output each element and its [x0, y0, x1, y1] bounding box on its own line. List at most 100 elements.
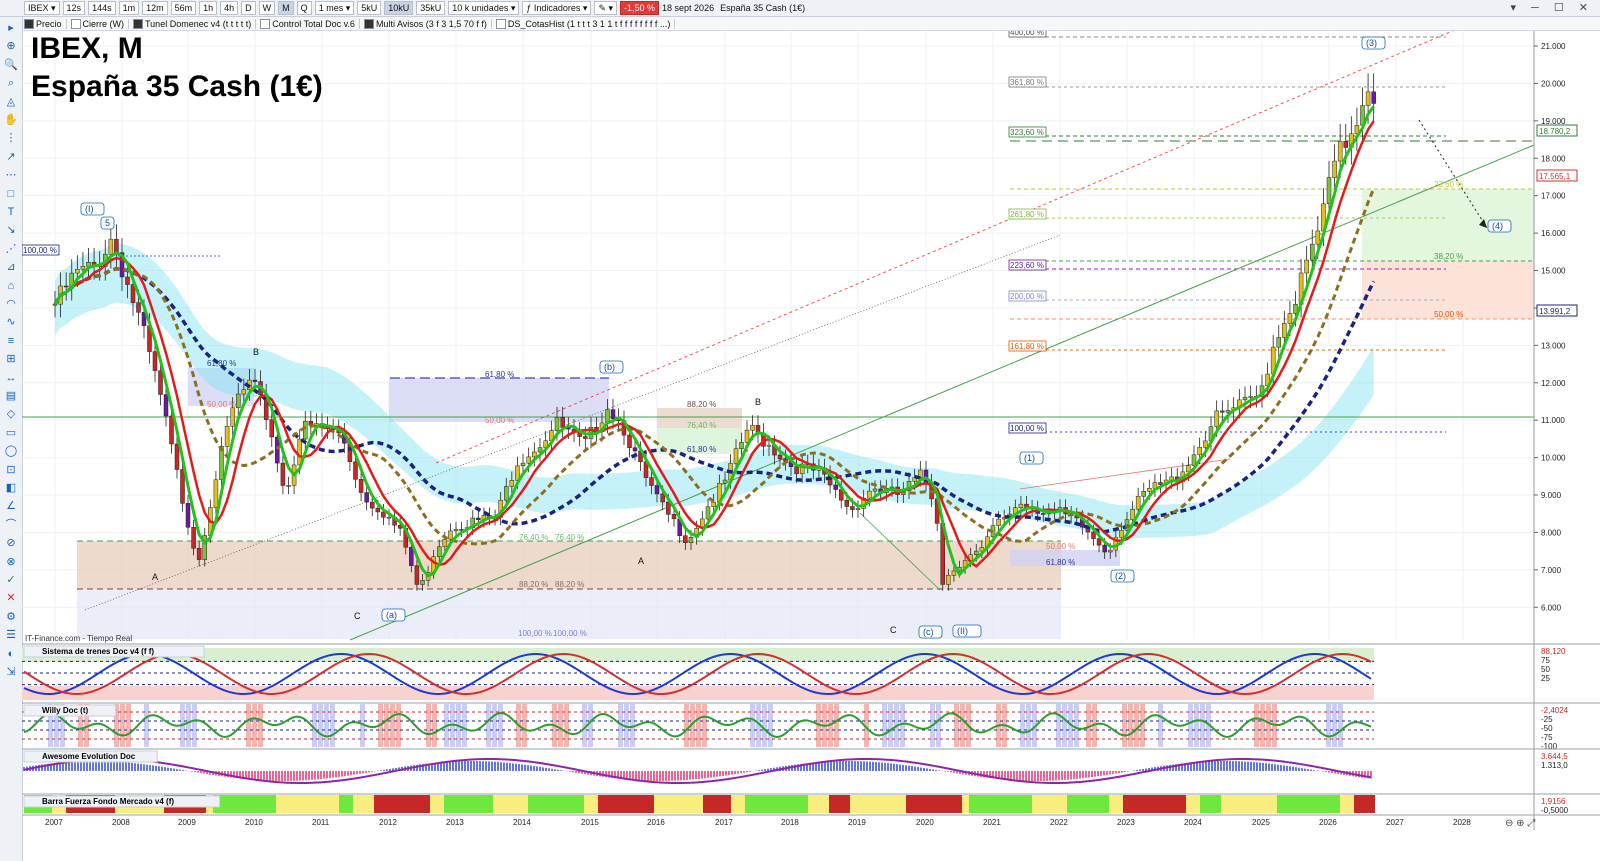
timeframe-1h[interactable]: 1h	[199, 1, 218, 15]
drawing-tool-icon[interactable]: ◠	[4, 297, 18, 311]
force-bar	[311, 795, 318, 813]
drawing-tool-icon[interactable]: ◇	[4, 407, 18, 421]
force-bar	[773, 795, 780, 813]
drawing-tool-icon[interactable]: ⋰	[4, 242, 18, 256]
chart-area[interactable]: IBEX, M España 35 Cash (1€) IT-Finance.com…	[22, 31, 1600, 861]
drawing-tool-icon[interactable]: ⋯	[4, 168, 18, 182]
drawing-tool-icon[interactable]: ≡	[4, 334, 18, 348]
change-badge: -1,50 %	[620, 1, 660, 15]
force-bar	[318, 795, 325, 813]
drawing-tool-icon[interactable]: ⊿	[4, 260, 18, 274]
drawing-tool-icon[interactable]: ⊗	[4, 555, 18, 569]
force-bar	[451, 795, 458, 813]
drawing-tool-icon[interactable]: ⌒	[4, 518, 18, 532]
drawing-tool-icon[interactable]: ▸	[4, 21, 18, 35]
price-label: 13.991,2	[1539, 307, 1571, 316]
indicator-checkbox[interactable]	[260, 18, 271, 29]
force-bar	[570, 795, 577, 813]
candle-body	[1310, 243, 1315, 261]
timeframe-4h[interactable]: 4h	[220, 1, 239, 15]
candle-body	[1332, 160, 1337, 178]
window-controls[interactable]: ▾ ─ ☐ ✕	[1510, 1, 1594, 14]
force-bar	[1109, 795, 1116, 813]
unit-5kU[interactable]: 5kU	[357, 1, 382, 15]
drawing-tool-icon[interactable]: ☰	[4, 628, 18, 642]
indicator-toggle[interactable]: DS_CotasHist (1 t t t 3 1 1 t f f f f f …	[495, 18, 676, 29]
timeframe-12m[interactable]: 12m	[142, 1, 168, 15]
force-bar	[1011, 795, 1018, 813]
indicator-checkbox[interactable]	[495, 18, 506, 29]
year-label: 2022	[1050, 818, 1068, 827]
timeframe-12s[interactable]: 12s	[62, 1, 86, 15]
drawing-tool-icon[interactable]: ↔	[4, 371, 18, 385]
indicator-toggle[interactable]: Tunel Domenec v4 (t t t t t)	[133, 18, 257, 29]
zoom-controls-icon[interactable]: ⊖ ⊕ ⤢	[1505, 818, 1535, 829]
period-selector[interactable]: 1 mes ▾	[314, 1, 355, 15]
drawing-tool-icon[interactable]: ✓	[4, 573, 18, 587]
indicator-checkbox[interactable]	[363, 18, 374, 29]
drawing-tool-icon[interactable]: ✕	[4, 591, 18, 605]
drawing-tool-icon[interactable]: ▭	[4, 426, 18, 440]
force-bar	[542, 795, 549, 813]
drawing-tool-icon[interactable]: ⇲	[4, 665, 18, 679]
drawing-tool-icon[interactable]: ◬	[4, 95, 18, 109]
drawing-tool-icon[interactable]: ⌕	[4, 76, 18, 90]
force-bar	[948, 795, 955, 813]
price-tick-label: 16.000	[1541, 229, 1566, 238]
indicator-toggle[interactable]: Control Total Doc v.6	[260, 18, 360, 29]
drawing-tool-icon[interactable]: ↗	[4, 150, 18, 164]
willy-bar	[684, 704, 689, 747]
drawing-tool-icon[interactable]: 🔍	[4, 58, 18, 72]
drawing-tool-icon[interactable]: ✋	[4, 113, 18, 127]
indicator-toggle[interactable]: Multi Avisos (3 f 3 1,5 70 f f)	[363, 18, 492, 29]
drawing-tool-icon[interactable]: ⌂	[4, 279, 18, 293]
drawing-tool-icon[interactable]: T	[4, 205, 18, 219]
unit-10kU[interactable]: 10kU	[384, 1, 414, 15]
timeframe-D[interactable]: D	[241, 1, 256, 15]
willy-bar	[588, 704, 593, 747]
units-selector[interactable]: 10 k unidades ▾	[448, 1, 520, 15]
willy-bar	[126, 704, 131, 747]
drawing-tool-icon[interactable]: ⊘	[4, 536, 18, 550]
indicator-toggle[interactable]: Precio	[24, 18, 67, 29]
drawing-tool-icon[interactable]: ◯	[4, 444, 18, 458]
drawing-tool-icon[interactable]: ▤	[4, 389, 18, 403]
drawing-tool-icon[interactable]: ↘	[4, 223, 18, 237]
indicator-checkbox[interactable]	[133, 18, 144, 29]
timeframe-144s[interactable]: 144s	[88, 1, 116, 15]
force-bar	[1333, 795, 1340, 813]
draw-menu-button[interactable]: ✎ ▾	[594, 1, 617, 15]
drawing-tool-icon[interactable]: ⋮	[4, 131, 18, 145]
drawing-tool-icon[interactable]: ◐	[4, 647, 18, 661]
force-bar	[654, 795, 661, 813]
force-bar	[1347, 795, 1354, 813]
willy-bar	[426, 704, 431, 747]
drawing-tool-icon[interactable]: ∿	[4, 315, 18, 329]
year-label: 2013	[446, 818, 464, 827]
timeframe-Q[interactable]: Q	[296, 1, 312, 15]
unit-35kU[interactable]: 35kU	[416, 1, 446, 15]
symbol-selector[interactable]: IBEX ▾	[24, 1, 60, 15]
candle-body	[196, 547, 202, 560]
timeframe-W[interactable]: W	[258, 1, 276, 15]
drawing-tool-icon[interactable]: ∠	[4, 499, 18, 513]
drawing-tool-icon[interactable]: ⚙	[4, 610, 18, 624]
candle-body	[152, 351, 158, 371]
drawing-tool-icon[interactable]: ⊡	[4, 463, 18, 477]
indicators-button[interactable]: ƒ Indicadores ▾	[522, 1, 592, 15]
wave-label: (a)	[386, 610, 397, 620]
force-bar	[374, 795, 381, 813]
drawing-tool-icon[interactable]: ⊕	[4, 39, 18, 53]
indicator-checkbox[interactable]	[24, 18, 34, 29]
force-bar	[955, 795, 962, 813]
timeframe-1m[interactable]: 1m	[118, 1, 140, 15]
timeframe-56m[interactable]: 56m	[170, 1, 197, 15]
timeframe-M[interactable]: M	[278, 1, 294, 15]
drawing-tool-icon[interactable]: ⊞	[4, 352, 18, 366]
indicator-toggle[interactable]: Cierre (W)	[70, 18, 130, 29]
indicator-checkbox[interactable]	[70, 18, 81, 29]
drawing-tool-icon[interactable]: ◧	[4, 481, 18, 495]
panel-value: -75	[1541, 733, 1553, 742]
drawing-tool-icon[interactable]: □	[4, 187, 18, 201]
willy-bar	[432, 704, 437, 747]
